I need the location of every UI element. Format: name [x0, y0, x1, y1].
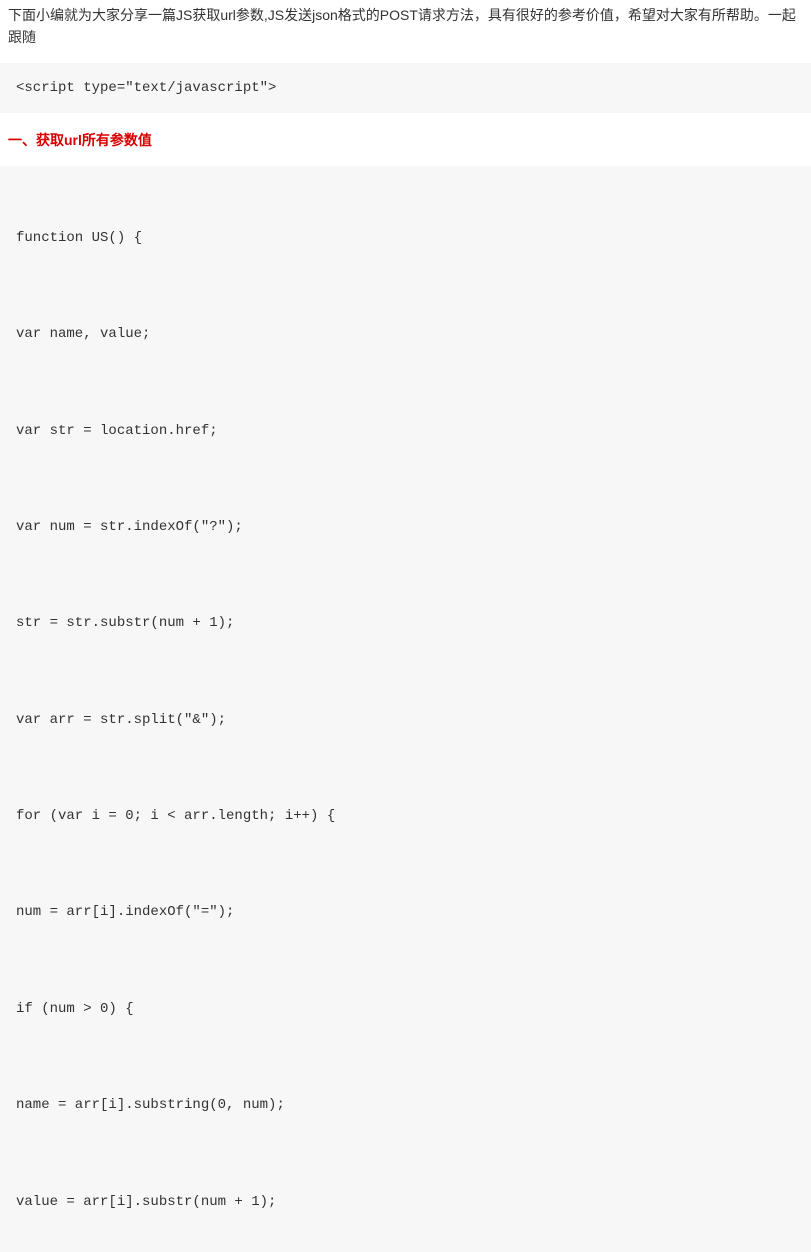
code-line: var num = str.indexOf("?"); — [16, 508, 795, 547]
code-line: value = arr[i].substr(num + 1); — [16, 1183, 795, 1222]
code-line: name = arr[i].substring(0, num); — [16, 1086, 795, 1125]
intro-paragraph: 下面小编就为大家分享一篇JS获取url参数,JS发送json格式的POST请求方… — [0, 0, 811, 57]
code-line: var str = location.href; — [16, 412, 795, 451]
code-line: var name, value; — [16, 315, 795, 354]
section-heading-1: 一、获取url所有参数值 — [0, 119, 811, 159]
code-line: for (var i = 0; i < arr.length; i++) { — [16, 797, 795, 836]
code-line: var arr = str.split("&"); — [16, 701, 795, 740]
code-line: function US() { — [16, 219, 795, 258]
script-tag-block: <script type="text/javascript"> — [0, 63, 811, 113]
code-line: str = str.substr(num + 1); — [16, 604, 795, 643]
code-line: if (num > 0) { — [16, 990, 795, 1029]
code-block-main: function US() { var name, value; var str… — [0, 166, 811, 1252]
code-line: num = arr[i].indexOf("="); — [16, 893, 795, 932]
